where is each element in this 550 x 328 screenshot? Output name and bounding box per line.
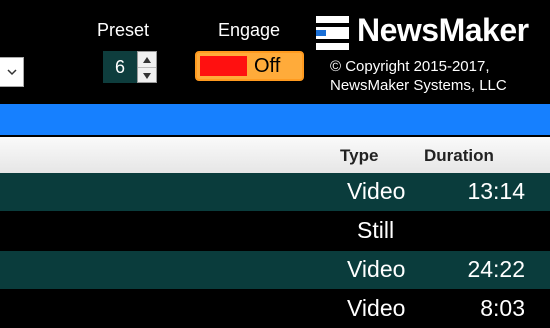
stepper-up-button[interactable] — [138, 52, 156, 68]
newsmaker-logo-icon — [316, 16, 349, 50]
engage-toggle[interactable]: Off — [195, 51, 304, 81]
table-row[interactable]: Video 24:22 — [0, 251, 550, 289]
preset-input[interactable]: 6 — [103, 51, 137, 83]
top-toolbar: Preset 6 Engage Off NewsMaker © Copyrigh… — [0, 0, 550, 104]
cell-type: Video — [347, 256, 406, 282]
copyright-line-2: NewsMaker Systems, LLC — [330, 77, 507, 94]
engage-label: Engage — [218, 20, 281, 40]
accent-bar — [0, 104, 550, 135]
chevron-up-icon — [143, 56, 151, 63]
table-row[interactable]: Video 8:03 — [0, 290, 550, 328]
column-header-type[interactable]: Type — [340, 146, 378, 166]
table-row[interactable]: Still — [0, 212, 550, 250]
copyright-line-1: © Copyright 2015-2017, — [330, 58, 490, 75]
dropdown-select[interactable] — [0, 57, 24, 87]
table-header: Type Duration — [0, 137, 550, 173]
engage-indicator — [200, 56, 247, 76]
table-row[interactable]: Video 13:14 — [0, 173, 550, 211]
chevron-down-icon — [143, 72, 151, 79]
preset-label: Preset — [97, 20, 150, 40]
chevron-down-icon — [7, 69, 17, 76]
cell-duration: 24:22 — [467, 256, 525, 282]
preset-stepper[interactable] — [137, 51, 157, 83]
column-header-duration[interactable]: Duration — [424, 146, 494, 166]
cell-type: Still — [357, 217, 395, 243]
cell-type: Video — [347, 178, 406, 204]
engage-state-text: Off — [254, 55, 281, 77]
cell-duration: 13:14 — [467, 178, 525, 204]
brand-name: NewsMaker — [357, 12, 529, 48]
copyright-text: © Copyright 2015-2017, NewsMaker Systems… — [330, 57, 507, 95]
stepper-down-button[interactable] — [138, 68, 156, 83]
